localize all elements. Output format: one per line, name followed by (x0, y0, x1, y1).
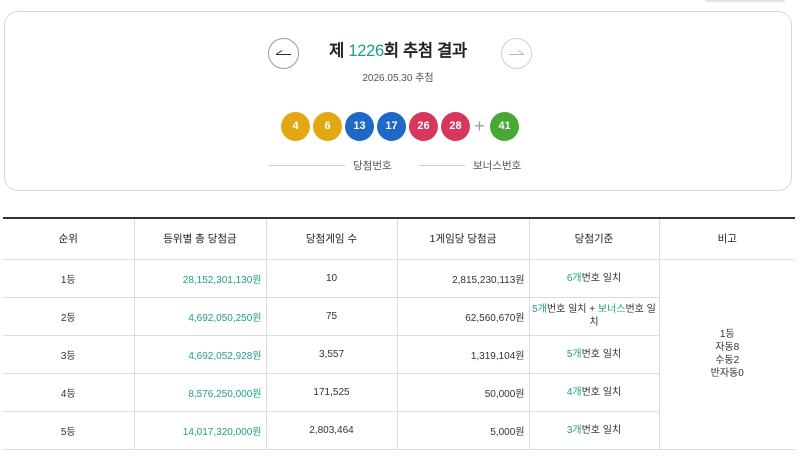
match-text: 번호 일치 (581, 272, 622, 284)
winning-numbers-label: 당첨번호 (353, 160, 392, 172)
draw-result-panel: 제 1226회 추첨 결과 2026.05.30 추첨 4 6 13 17 26… (4, 11, 792, 191)
total-prize-cell: 4,692,050,250원 (133, 296, 267, 336)
note-line: 자동8 (715, 342, 740, 353)
prize-per-game-cell: 2,815,230,113원 (396, 258, 530, 298)
header-winning-games: 당첨게임 수 (265, 217, 398, 260)
number-ball: 17 (377, 111, 406, 141)
winning-games-cell: 2,803,464 (265, 410, 398, 450)
prize-per-game-cell: 62,560,670원 (396, 296, 530, 336)
rank-cell: 2등 (3, 296, 135, 336)
table-row: 1등 28,152,301,130원 10 2,815,230,113원 6개번… (3, 258, 795, 450)
number-ball: 28 (441, 111, 470, 141)
prize-table: 순위 등위별 총 당첨금 당첨게임 수 1게임당 당첨금 당첨기준 비고 1등 … (3, 217, 795, 450)
winning-games-cell: 10 (265, 258, 398, 298)
match-text: 번호 일치 + (546, 304, 598, 315)
round-prefix: 제 (329, 42, 349, 60)
match-text: 번호 일치 (581, 424, 622, 436)
number-ball: 26 (409, 111, 438, 141)
round-number: 1226 (348, 42, 384, 60)
match-count: 5개 (566, 348, 582, 360)
prize-per-game-cell: 50,000원 (396, 372, 530, 412)
rank-cell: 1등 (3, 258, 135, 298)
arrow-right-icon (509, 49, 525, 55)
header-note: 비고 (658, 217, 795, 260)
note-line: 수동2 (715, 355, 740, 366)
plus-icon: + (474, 115, 485, 136)
match-text: 번호 일치 (581, 348, 622, 360)
legend-divider (419, 165, 465, 166)
legend-divider (269, 165, 345, 166)
note-cell: 1등 자동8 수동2 반자동0 (658, 258, 795, 450)
top-scroll-strip (705, 0, 785, 2)
note-line: 1등 (719, 329, 735, 340)
match-count: 3개 (566, 424, 582, 436)
total-prize-cell: 28,152,301,130원 (133, 258, 267, 298)
bonus-number-label: 보너스번호 (473, 160, 522, 172)
match-count: 6개 (566, 272, 582, 284)
prize-per-game-cell: 1,319,104원 (396, 334, 530, 374)
match-count: 5개 (532, 304, 547, 315)
winning-games-cell: 75 (265, 296, 398, 336)
rank-cell: 4등 (3, 372, 135, 412)
criteria-cell: 5개번호 일치 (528, 334, 659, 374)
number-ball: 4 (281, 111, 310, 141)
winning-numbers: 4 6 13 17 26 28 + 41 (281, 111, 522, 141)
criteria-cell: 6개번호 일치 (528, 258, 660, 298)
bonus-number-legend: 보너스번호 (419, 158, 521, 173)
criteria-cell: 4개번호 일치 (528, 372, 659, 412)
prize-per-game-cell: 5,000원 (396, 410, 530, 450)
header-rank: 순위 (3, 217, 135, 260)
winning-games-cell: 171,525 (265, 372, 398, 412)
note-line: 반자동0 (710, 368, 744, 379)
total-prize-cell: 14,017,320,000원 (133, 410, 267, 450)
number-ball: 6 (313, 111, 342, 141)
bonus-text: 보너스 (597, 304, 626, 315)
winning-games-cell: 3,557 (265, 334, 398, 374)
rank-cell: 3등 (3, 334, 135, 374)
total-prize-cell: 4,692,052,928원 (133, 334, 267, 374)
header-criteria: 당첨기준 (528, 217, 660, 260)
total-prize-cell: 8,576,250,000원 (133, 372, 267, 412)
winning-numbers-legend: 당첨번호 (269, 158, 392, 173)
round-title: 제 1226회 추첨 결과 (5, 37, 791, 61)
header-total-prize: 등위별 총 당첨금 (133, 217, 267, 260)
rank-cell: 5등 (3, 410, 135, 450)
header-prize-per-game: 1게임당 당첨금 (396, 217, 530, 260)
match-text: 번호 일치 (581, 386, 622, 398)
criteria-cell: 5개번호 일치 + 보너스번호 일치 (528, 296, 659, 336)
next-round-button[interactable] (501, 38, 532, 69)
criteria-cell: 3개번호 일치 (528, 410, 659, 450)
number-ball: 13 (345, 111, 374, 141)
match-count: 4개 (566, 386, 582, 398)
bonus-number-ball: 41 (490, 111, 519, 141)
round-suffix: 회 추첨 결과 (383, 42, 467, 60)
table-header-row: 순위 등위별 총 당첨금 당첨게임 수 1게임당 당첨금 당첨기준 비고 (3, 217, 795, 260)
draw-date: 2026.05.30 추첨 (362, 73, 434, 84)
